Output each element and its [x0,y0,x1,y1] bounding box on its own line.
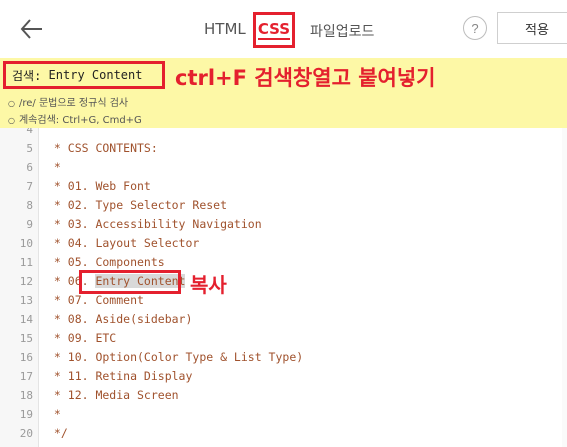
line-text: * 01. Web Font [47,177,151,196]
code-line[interactable]: 19 * [0,405,567,424]
line-text: * 10. Option(Color Type & List Type) [47,348,303,367]
line-text-content: * 11. Retina Display [47,369,193,383]
line-number: 16 [19,351,33,364]
line-number: 12 [19,275,33,288]
code-line[interactable]: 17 * 11. Retina Display [0,367,567,386]
line-text-content: * 10. Option(Color Type & List Type) [47,350,304,364]
line-text: * 02. Type Selector Reset [47,196,227,215]
line-number: 17 [19,370,33,383]
line-number: 14 [19,313,33,326]
line-number: 13 [19,294,33,307]
line-text: * 11. Retina Display [47,367,192,386]
bullet-icon: ○ [8,116,15,125]
tab-file-upload[interactable]: 파일업로드 [310,21,374,41]
tab-html[interactable]: HTML [204,20,246,38]
line-number: 11 [19,256,33,269]
line-text-content: * 02. Type Selector Reset [47,198,228,212]
line-number: 18 [19,389,33,402]
code-line[interactable]: 12 * 06. Entry Content [0,272,567,291]
search-hint: ○ 계속검색: Ctrl+G, Cmd+G [8,111,142,126]
line-text: * 07. Comment [47,291,144,310]
code-line[interactable]: 7 * 01. Web Font [0,177,567,196]
search-value: Entry Content [48,68,143,82]
line-number: 6 [26,161,33,174]
code-editor[interactable]: 45 * CSS CONTENTS: 6 * 7 * 01. Web Font 8 *… [0,128,567,447]
line-text: * 08. Aside(sidebar) [47,310,192,329]
code-line[interactable]: 9 * 03. Accessibility Navigation [0,215,567,234]
line-number: 4 [26,128,33,136]
code-line[interactable]: 20 */ [0,424,567,443]
line-text: * 12. Media Screen [47,386,179,405]
code-line[interactable]: 8 * 02. Type Selector Reset [0,196,567,215]
line-text: * 09. ETC [47,329,116,348]
line-text: * 04. Layout Selector [47,234,199,253]
line-number: 9 [26,218,33,231]
line-number: 8 [26,199,33,212]
line-text: * 03. Accessibility Navigation [47,215,262,234]
code-line[interactable]: 6 * [0,158,567,177]
code-line[interactable]: 16 * 10. Option(Color Type & List Type) [0,348,567,367]
line-text-content: */ [47,426,68,440]
line-text-content: * 09. ETC [47,331,117,345]
code-line[interactable]: 18 * 12. Media Screen [0,386,567,405]
line-text: * 05. Components [47,253,165,272]
line-text-content: * 12. Media Screen [47,388,179,402]
line-text-content: * CSS CONTENTS: [47,141,158,155]
search-hint-text: /re/ 문법으로 정규식 검사 [18,98,129,109]
line-text: * CSS CONTENTS: [47,139,158,158]
line-text-content: * [47,407,61,421]
bullet-icon: ○ [8,99,15,108]
code-line[interactable]: 4 [0,128,567,139]
search-hint: ○/re/ 문법으로 정규식 검사 [8,94,128,109]
line-text: */ [47,424,68,443]
copy-annotation: 복사 [190,273,227,297]
code-line[interactable]: 14 * 08. Aside(sidebar) [0,310,567,329]
code-line[interactable]: 11 * 05. Components [0,253,567,272]
line-text-content: * 05. Components [47,255,165,269]
arrow-left-icon [20,19,42,39]
scrollbar[interactable] [562,128,567,447]
editor-toolbar: HTML CSS 파일업로드 ? 적용 [0,0,567,59]
line-number: 19 [19,408,33,421]
search-instruction-annotation: ctrl+F 검색창열고 붙여넣기 [175,66,436,90]
code-line[interactable]: 5 * CSS CONTENTS: [0,139,567,158]
search-field[interactable]: 검색: Entry Content [3,61,165,89]
search-prefix: 검색: [12,68,42,83]
line-text-content: * 07. Comment [47,293,144,307]
search-input[interactable]: Entry Content [41,68,143,82]
tab-css[interactable]: CSS [253,12,295,48]
code-line[interactable]: 10 * 04. Layout Selector [0,234,567,253]
line-text: * [47,405,61,424]
apply-button[interactable]: 적용 [497,12,567,44]
line-number: 20 [19,427,33,440]
line-text-content: * [47,160,61,174]
line-number: 10 [19,237,33,250]
code-line[interactable]: 13 * 07. Comment [0,291,567,310]
line-text-content: * 04. Layout Selector [47,236,200,250]
line-text-content: * 06. [47,274,96,288]
line-text: * 06. Entry Content [47,272,186,291]
search-panel: 검색: Entry Content ctrl+F 검색창열고 붙여넣기 ○/re… [0,58,567,128]
line-number: 5 [26,142,33,155]
back-button[interactable] [18,14,48,44]
search-hint-text: 계속검색: Ctrl+G, Cmd+G [18,115,142,126]
tab-css-label: CSS [257,19,291,40]
line-text: * [47,158,61,177]
line-number: 15 [19,332,33,345]
code-line[interactable]: 15 * 09. ETC [0,329,567,348]
search-match-highlight: Entry Content [95,274,186,288]
line-text-content: * 08. Aside(sidebar) [47,312,193,326]
line-text-content: * 03. Accessibility Navigation [47,217,262,231]
line-text-content: * 01. Web Font [47,179,151,193]
line-number: 7 [26,180,33,193]
help-button[interactable]: ? [463,16,487,40]
